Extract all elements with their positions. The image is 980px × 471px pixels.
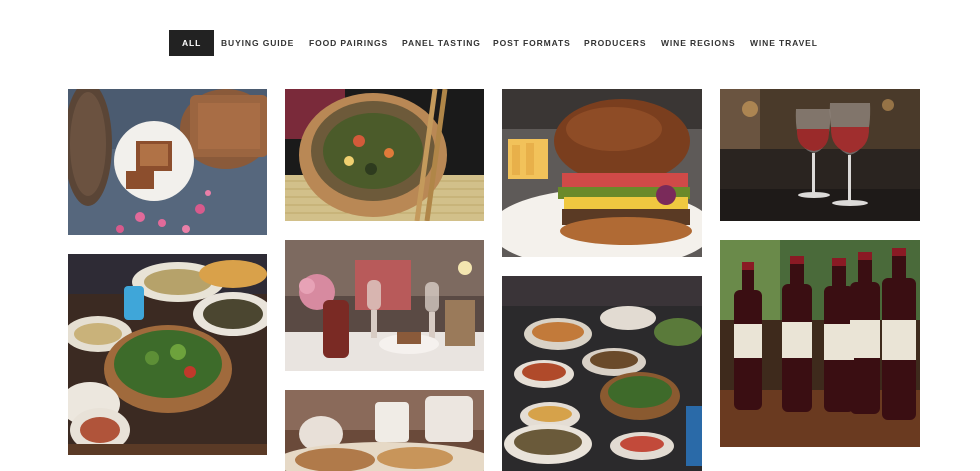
category-filter-bar: All Buying Guide Food Pairings Panel Tas… bbox=[0, 30, 980, 56]
filter-panel-tasting[interactable]: Panel Tasting bbox=[402, 30, 481, 56]
photo-pastry-tart[interactable] bbox=[68, 89, 267, 235]
photo-salad-spread[interactable] bbox=[68, 254, 267, 455]
filter-wine-regions[interactable]: Wine Regions bbox=[661, 30, 736, 56]
filter-post-formats[interactable]: Post Formats bbox=[493, 30, 571, 56]
photo-dinner-table[interactable] bbox=[285, 240, 484, 371]
photo-wine-glasses[interactable] bbox=[720, 89, 920, 221]
filter-producers[interactable]: Producers bbox=[584, 30, 646, 56]
photo-wine-bottles[interactable] bbox=[720, 240, 920, 447]
photo-appetizers[interactable] bbox=[285, 390, 484, 471]
photo-food-buffet[interactable] bbox=[502, 276, 702, 471]
filter-wine-travel[interactable]: Wine Travel bbox=[750, 30, 818, 56]
filter-food-pairings[interactable]: Food Pairings bbox=[309, 30, 388, 56]
filter-all[interactable]: All bbox=[169, 30, 215, 56]
photo-burger[interactable] bbox=[502, 89, 702, 257]
photo-noodle-bowl[interactable] bbox=[285, 89, 484, 221]
filter-buying-guide[interactable]: Buying Guide bbox=[221, 30, 294, 56]
